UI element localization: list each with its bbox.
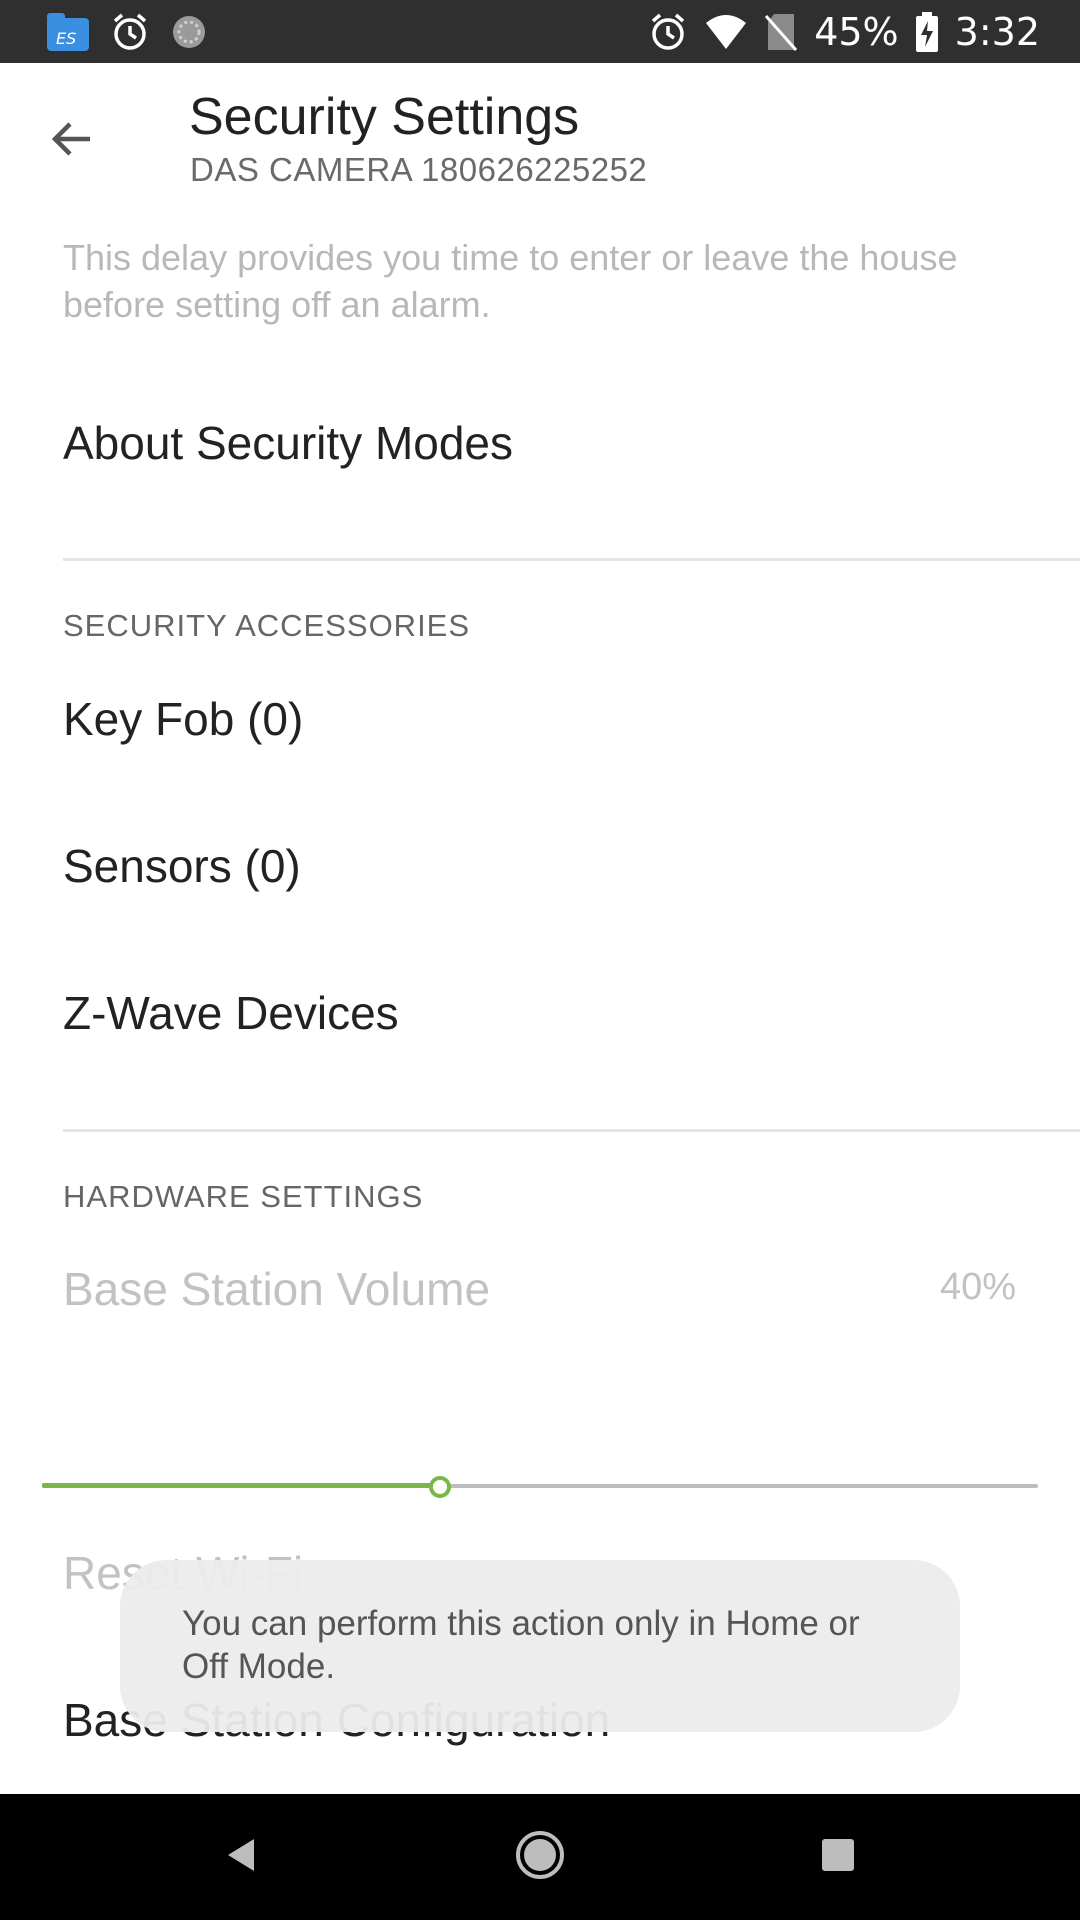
section-header-hardware-settings: HARDWARE SETTINGS xyxy=(63,1179,424,1214)
alarm-clock-icon xyxy=(110,12,150,52)
alarm-clock-icon xyxy=(648,12,688,52)
app-header: Security Settings DAS CAMERA 18062622525… xyxy=(0,63,1080,203)
wifi-icon xyxy=(704,13,748,51)
recents-square-icon xyxy=(820,1837,856,1878)
divider xyxy=(63,558,1080,561)
key-fob-item[interactable]: Key Fob (0) xyxy=(63,692,303,746)
toast-text: You can perform this action only in Home… xyxy=(182,1604,860,1686)
base-station-volume-value: 40% xyxy=(939,1266,1016,1308)
delay-description: This delay provides you time to enter or… xyxy=(63,237,958,325)
svg-text:ES: ES xyxy=(56,29,76,48)
no-sim-icon xyxy=(764,12,798,52)
base-station-volume-slider[interactable] xyxy=(42,1468,1038,1504)
nav-recents-button[interactable] xyxy=(768,1794,908,1920)
home-circle-icon xyxy=(514,1829,566,1886)
sync-icon xyxy=(170,13,208,51)
sensors-item[interactable]: Sensors (0) xyxy=(63,839,301,893)
clock-time: 3:32 xyxy=(954,9,1040,54)
section-header-security-accessories: SECURITY ACCESSORIES xyxy=(63,608,471,643)
nav-back-button[interactable] xyxy=(172,1794,312,1920)
toast-message: You can perform this action only in Home… xyxy=(120,1560,960,1732)
file-manager-icon: ES xyxy=(46,12,90,52)
back-triangle-icon xyxy=(222,1835,262,1880)
battery-percent: 45% xyxy=(814,9,899,54)
about-security-modes-item[interactable]: About Security Modes xyxy=(63,416,513,470)
back-button[interactable] xyxy=(40,109,104,173)
page-title: Security Settings xyxy=(189,88,580,146)
system-nav-bar xyxy=(0,1794,1080,1920)
base-station-volume-label: Base Station Volume xyxy=(63,1263,491,1315)
battery-charging-icon xyxy=(915,11,939,53)
divider xyxy=(63,1129,1080,1132)
status-bar: ES 45% 3:32 xyxy=(0,0,1080,63)
nav-home-button[interactable] xyxy=(470,1794,610,1920)
slider-thumb[interactable] xyxy=(429,1476,451,1498)
device-name: DAS CAMERA 180626225252 xyxy=(190,151,648,188)
arrow-left-icon xyxy=(48,115,96,168)
slider-fill xyxy=(42,1483,440,1488)
z-wave-devices-item[interactable]: Z-Wave Devices xyxy=(63,986,399,1040)
